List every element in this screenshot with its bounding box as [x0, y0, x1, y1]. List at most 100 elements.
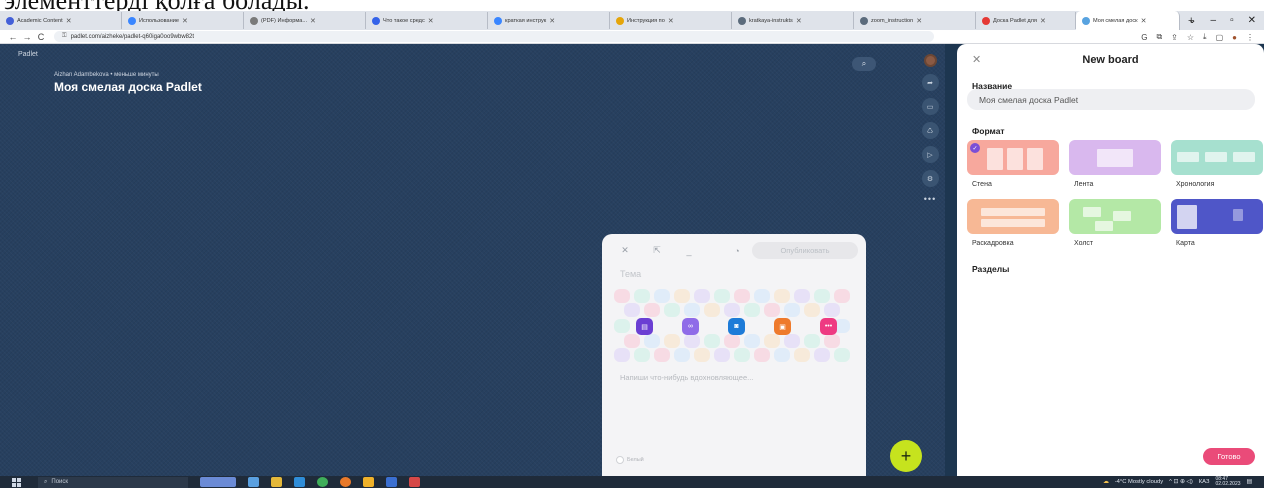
notifications-icon[interactable]: ▤: [1247, 479, 1252, 485]
search-icon[interactable]: ⌕: [852, 57, 876, 71]
attach-file-icon[interactable]: ▤: [636, 318, 653, 335]
tab-close-icon[interactable]: ✕: [428, 17, 434, 25]
download-icon[interactable]: ⤓: [1203, 32, 1207, 42]
google-icon[interactable]: G: [1141, 33, 1147, 42]
composer-minimize-icon[interactable]: _: [682, 244, 696, 257]
padlet-logo[interactable]: Padlet: [18, 51, 38, 58]
teams-icon[interactable]: [294, 477, 305, 487]
topic-input[interactable]: Тема: [620, 269, 641, 279]
address-bar-row: ← → C ⚿ padlet.com/aizheke/padlet-q60iga…: [0, 30, 1264, 44]
tab-close-icon[interactable]: ✕: [182, 17, 188, 25]
profile-avatar-icon[interactable]: ●: [1232, 33, 1237, 42]
forward-icon[interactable]: →: [20, 32, 34, 42]
board-name-input[interactable]: [967, 89, 1255, 110]
taskbar-apps: [200, 477, 420, 487]
composer-preview-icon[interactable]: ◔: [730, 244, 744, 257]
more-icon[interactable]: •••: [924, 194, 936, 204]
tab-search-button[interactable]: ⌄: [1188, 15, 1196, 26]
browser-tab[interactable]: kratkaya-instrukts ✕: [732, 12, 854, 29]
play-icon[interactable]: ▷: [921, 146, 939, 163]
task-view-icon[interactable]: [248, 477, 259, 487]
reload-icon[interactable]: C: [34, 32, 48, 42]
minimize-button[interactable]: –: [1211, 15, 1217, 26]
clock[interactable]: 08:47 02.02.2023: [1215, 477, 1240, 487]
back-icon[interactable]: ←: [6, 32, 20, 42]
sidebar-icon[interactable]: ▢: [1216, 33, 1224, 42]
done-button[interactable]: Готово: [1203, 448, 1255, 465]
hex-tile: [634, 289, 650, 303]
publish-button[interactable]: Опубликовать: [752, 242, 858, 259]
slideshow-icon[interactable]: ▭: [921, 98, 939, 115]
bookmark-star-icon[interactable]: ☆: [1187, 33, 1194, 42]
active-app-icon[interactable]: [409, 477, 420, 487]
language-indicator[interactable]: КАЗ: [1199, 479, 1210, 485]
format-map-card[interactable]: [1171, 199, 1263, 234]
composer-close-icon[interactable]: ✕: [618, 244, 632, 257]
browser-tab-active[interactable]: Моя смелая доск ✕: [1076, 11, 1180, 30]
browser-tab[interactable]: Доска Padlet для ✕: [976, 12, 1076, 29]
post-color-picker[interactable]: Белый: [616, 456, 644, 464]
format-wall-card[interactable]: ✓: [967, 140, 1059, 175]
attach-more-icon[interactable]: •••: [820, 318, 837, 335]
panel-close-icon[interactable]: ✕: [972, 53, 981, 66]
tab-close-icon[interactable]: ✕: [796, 17, 802, 25]
browser-tab-strip: Academic Content ✕ Использование ✕ (PDF) И…: [0, 11, 1264, 30]
tab-title: zoom_instruction: [871, 17, 914, 24]
tab-close-icon[interactable]: ✕: [549, 17, 555, 25]
browser-tab[interactable]: краткая инструк ✕: [488, 12, 610, 29]
browser-tab[interactable]: Использование ✕: [122, 12, 244, 29]
attach-camera-icon[interactable]: ◙: [728, 318, 745, 335]
tab-close-icon[interactable]: ✕: [916, 17, 922, 25]
attach-image-icon[interactable]: ▣: [774, 318, 791, 335]
close-window-button[interactable]: ✕: [1248, 15, 1256, 26]
hex-tile: [724, 303, 740, 317]
tab-close-icon[interactable]: ✕: [66, 17, 72, 25]
browser-menu-icon[interactable]: ⋮: [1246, 33, 1254, 42]
remake-icon[interactable]: ♺: [921, 122, 939, 139]
whatsapp-icon[interactable]: [317, 477, 328, 487]
file-explorer-icon[interactable]: [271, 477, 282, 487]
tab-close-icon[interactable]: ✕: [310, 17, 316, 25]
format-canvas-card[interactable]: [1069, 199, 1161, 234]
tab-close-icon[interactable]: ✕: [1040, 17, 1046, 25]
format-canvas-label: Холст: [1074, 240, 1094, 247]
hex-tile: [764, 303, 780, 317]
attach-link-icon[interactable]: ∞: [682, 318, 699, 335]
post-body-input[interactable]: Напиши что-нибудь вдохновляющее...: [620, 373, 753, 382]
weather-icon[interactable]: ☁: [1103, 479, 1109, 485]
browser-tab[interactable]: Инструкция по ✕: [610, 12, 732, 29]
tab-title: Использование: [139, 17, 179, 24]
taskbar-widget-icon[interactable]: [200, 477, 236, 487]
tab-close-icon[interactable]: ✕: [1141, 17, 1147, 25]
hex-tile: [634, 348, 650, 362]
tab-title: (PDF) Информа...: [261, 17, 308, 24]
tab-close-icon[interactable]: ✕: [668, 17, 674, 25]
browser-tab[interactable]: Academic Content ✕: [0, 12, 122, 29]
tab-favicon-icon: [128, 16, 136, 25]
open-in-app-icon[interactable]: ⧉: [1156, 32, 1162, 42]
tab-title: Доска Padlet для: [993, 17, 1037, 24]
format-timeline-card[interactable]: [1171, 140, 1263, 175]
browser-tab[interactable]: (PDF) Информа... ✕: [244, 12, 366, 29]
tray-icons[interactable]: ^ ⊡ ⊕ ◁): [1169, 479, 1193, 485]
chrome-icon[interactable]: [340, 477, 351, 487]
share-icon[interactable]: ➦: [921, 74, 939, 91]
tab-title: Инструкция по: [627, 17, 665, 24]
taskbar-search[interactable]: ⌕ Поиск: [38, 476, 188, 488]
add-post-button[interactable]: +: [890, 440, 922, 472]
composer-expand-icon[interactable]: ⇱: [650, 244, 664, 257]
browser-tab[interactable]: Что такое средс ✕: [366, 12, 488, 29]
site-info-icon[interactable]: ⚿: [62, 33, 67, 40]
word-icon[interactable]: [386, 477, 397, 487]
app-icon[interactable]: [363, 477, 374, 487]
format-stream-card[interactable]: [1069, 140, 1161, 175]
browser-tab[interactable]: zoom_instruction ✕: [854, 12, 976, 29]
url-field[interactable]: ⚿ padlet.com/aizheke/padlet-q60iga0oo9wb…: [54, 31, 934, 42]
restore-button[interactable]: ▫: [1230, 15, 1234, 26]
avatar[interactable]: [923, 54, 937, 67]
windows-start-icon[interactable]: [12, 477, 26, 487]
settings-gear-icon[interactable]: ⚙: [921, 170, 939, 187]
format-storyboard-card[interactable]: [967, 199, 1059, 234]
share-icon[interactable]: ⇪: [1171, 33, 1178, 42]
weather-text[interactable]: -4°C Mostly cloudy: [1115, 479, 1163, 485]
